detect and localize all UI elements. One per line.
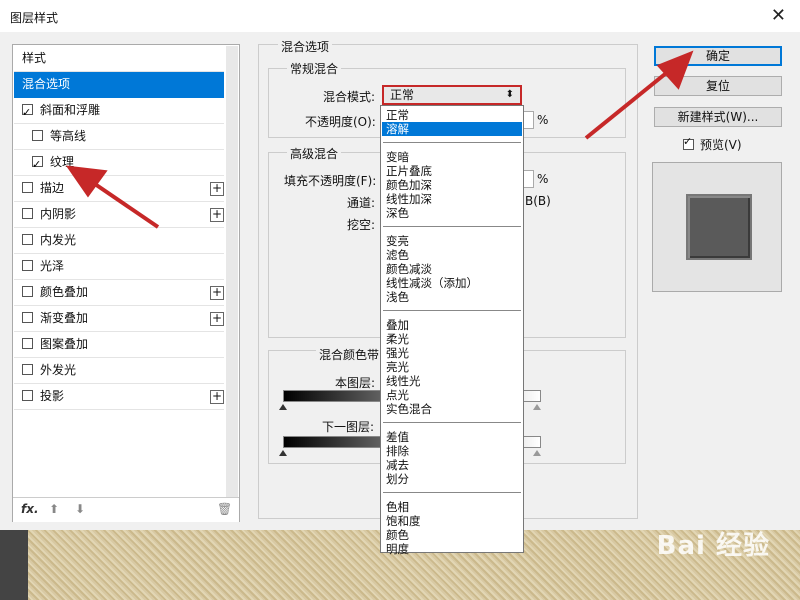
arrow-to-ok	[584, 68, 672, 140]
arrow-head-ok	[656, 50, 694, 90]
arrow-head-texture	[65, 165, 108, 198]
annotation-arrows	[65, 50, 694, 229]
arrow-to-texture	[90, 180, 160, 229]
